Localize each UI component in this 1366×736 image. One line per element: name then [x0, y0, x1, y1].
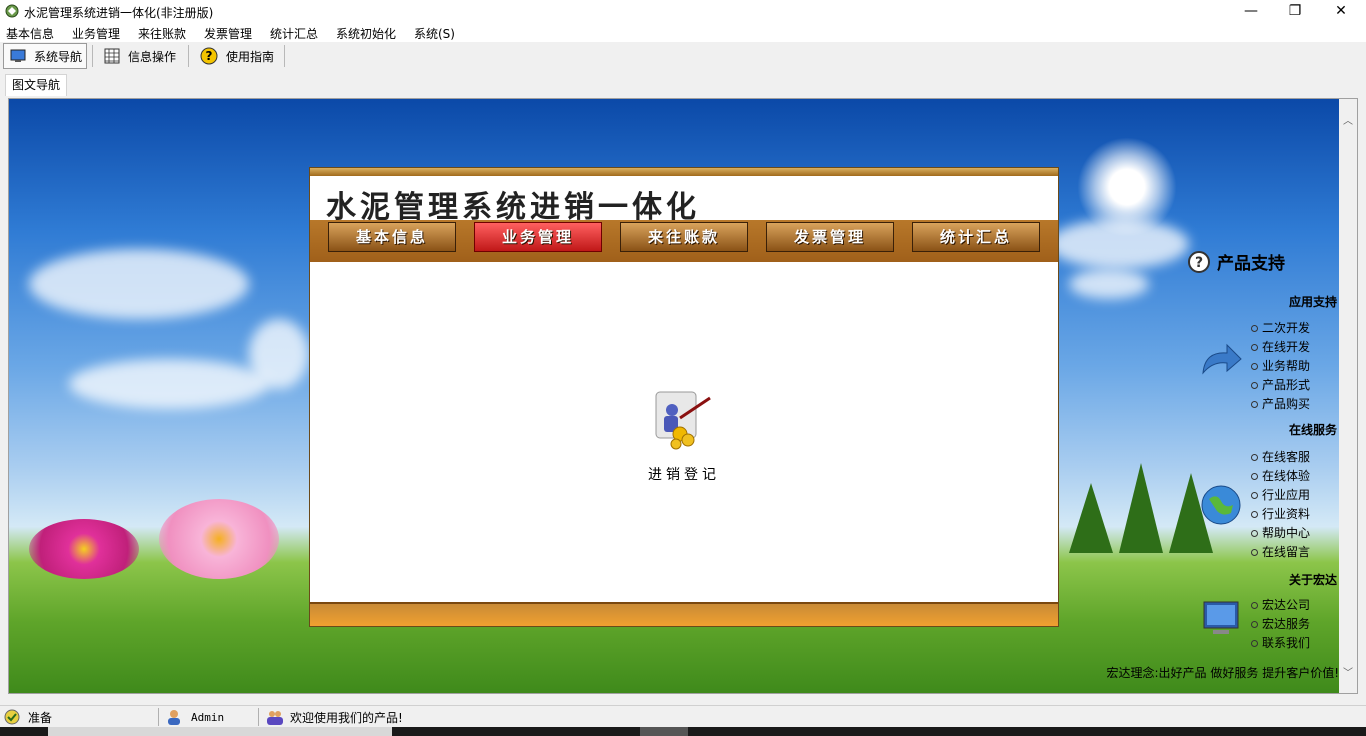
user-icon [168, 710, 180, 725]
scroll-up-arrow[interactable]: ︿ [1339, 113, 1357, 131]
sales-purchase-register-label[interactable]: 进销登记 [610, 464, 758, 484]
link-business-help[interactable]: 业务帮助 [1251, 357, 1310, 374]
system-nav-button[interactable]: 系统导航 [3, 43, 87, 69]
scroll-down-arrow[interactable]: ﹀ [1339, 665, 1357, 683]
link-industry-app[interactable]: 行业应用 [1251, 486, 1310, 503]
link-online-cs[interactable]: 在线客服 [1251, 448, 1310, 465]
link-service[interactable]: 宏达服务 [1251, 615, 1310, 632]
link-online-trial[interactable]: 在线体验 [1251, 467, 1310, 484]
tree-decoration [1119, 463, 1163, 553]
menu-accounts[interactable]: 来往账款 [138, 25, 186, 42]
maximize-button[interactable]: ❐ [1272, 0, 1318, 22]
panel-nav-bar: 基本信息 业务管理 来往账款 发票管理 统计汇总 [310, 220, 1058, 262]
menu-invoice[interactable]: 发票管理 [204, 25, 252, 42]
flower-decoration [29, 519, 139, 579]
sales-purchase-register-icon[interactable] [650, 388, 714, 452]
tree-decoration [1069, 483, 1113, 553]
status-message: 欢迎使用我们的产品! [266, 706, 403, 728]
toolbar: 系统导航 信息操作 ? 使用指南 [0, 42, 1366, 70]
status-user: Admin [166, 706, 224, 728]
tab-strip: 图文导航 [0, 74, 1366, 98]
grid-icon [104, 48, 120, 64]
computer-icon [1203, 601, 1239, 634]
app-icon [5, 4, 19, 18]
panel-nav-basic-info[interactable]: 基本信息 [328, 222, 456, 252]
link-online-message[interactable]: 在线留言 [1251, 543, 1310, 560]
menu-bar: 基本信息 业务管理 来往账款 发票管理 统计汇总 系统初始化 系统(S) [0, 22, 1366, 42]
info-operation-button[interactable]: 信息操作 [98, 43, 184, 69]
svg-text:?: ? [1195, 255, 1203, 271]
main-nav-panel: 水泥管理系统进销一体化 基本信息 业务管理 来往账款 发票管理 统计汇总 进销登… [309, 167, 1059, 627]
graphic-nav-view: 水泥管理系统进销一体化 基本信息 业务管理 来往账款 发票管理 统计汇总 进销登… [8, 98, 1358, 694]
users-icon [267, 711, 283, 725]
question-icon: ? [1188, 250, 1210, 273]
minimize-button[interactable]: — [1228, 0, 1274, 22]
menu-statistics[interactable]: 统计汇总 [270, 25, 318, 42]
link-contact[interactable]: 联系我们 [1251, 634, 1310, 651]
flower-decoration [159, 499, 279, 579]
link-online-dev[interactable]: 在线开发 [1251, 338, 1310, 355]
window-title: 水泥管理系统进销一体化(非注册版) [24, 6, 214, 20]
link-company[interactable]: 宏达公司 [1251, 596, 1310, 613]
ready-icon [4, 709, 20, 725]
globe-icon [1201, 485, 1241, 525]
app-support-heading: 应用支持 [1288, 295, 1337, 309]
slogan-text: 宏达理念:出好产品 做好服务 提升客户价值! [1106, 666, 1339, 680]
panel-nav-business[interactable]: 业务管理 [474, 222, 602, 252]
online-service-heading: 在线服务 [1288, 423, 1337, 437]
close-button[interactable]: ✕ [1318, 0, 1364, 22]
panel-nav-invoice[interactable]: 发票管理 [766, 222, 894, 252]
link-secondary-dev[interactable]: 二次开发 [1251, 319, 1310, 336]
menu-business[interactable]: 业务管理 [72, 25, 120, 42]
title-bar: 水泥管理系统进销一体化(非注册版) — ❐ ✕ [0, 0, 1366, 22]
vertical-scrollbar[interactable]: ︿ ﹀ [1339, 99, 1357, 693]
link-product-form[interactable]: 产品形式 [1251, 376, 1310, 393]
panel-nav-statistics[interactable]: 统计汇总 [912, 222, 1040, 252]
status-ready: 准备 [4, 706, 52, 728]
svg-text:?: ? [206, 49, 213, 63]
monitor-icon [10, 49, 26, 62]
link-help-center[interactable]: 帮助中心 [1251, 524, 1310, 541]
menu-system[interactable]: 系统(S) [414, 25, 455, 42]
taskbar [0, 727, 1366, 736]
tab-graphic-nav[interactable]: 图文导航 [5, 74, 67, 96]
link-industry-docs[interactable]: 行业资料 [1251, 505, 1310, 522]
user-guide-button[interactable]: ? 使用指南 [194, 43, 280, 69]
product-support-title: ? 产品支持 [1187, 249, 1285, 274]
about-heading: 关于宏达 [1288, 573, 1337, 587]
status-bar: 准备 Admin 欢迎使用我们的产品! [0, 705, 1366, 727]
link-product-purchase[interactable]: 产品购买 [1251, 395, 1310, 412]
arrow-icon [1202, 343, 1242, 375]
menu-init[interactable]: 系统初始化 [336, 25, 396, 42]
help-icon: ? [200, 47, 218, 65]
panel-nav-accounts[interactable]: 来往账款 [620, 222, 748, 252]
menu-basic-info[interactable]: 基本信息 [6, 25, 54, 42]
